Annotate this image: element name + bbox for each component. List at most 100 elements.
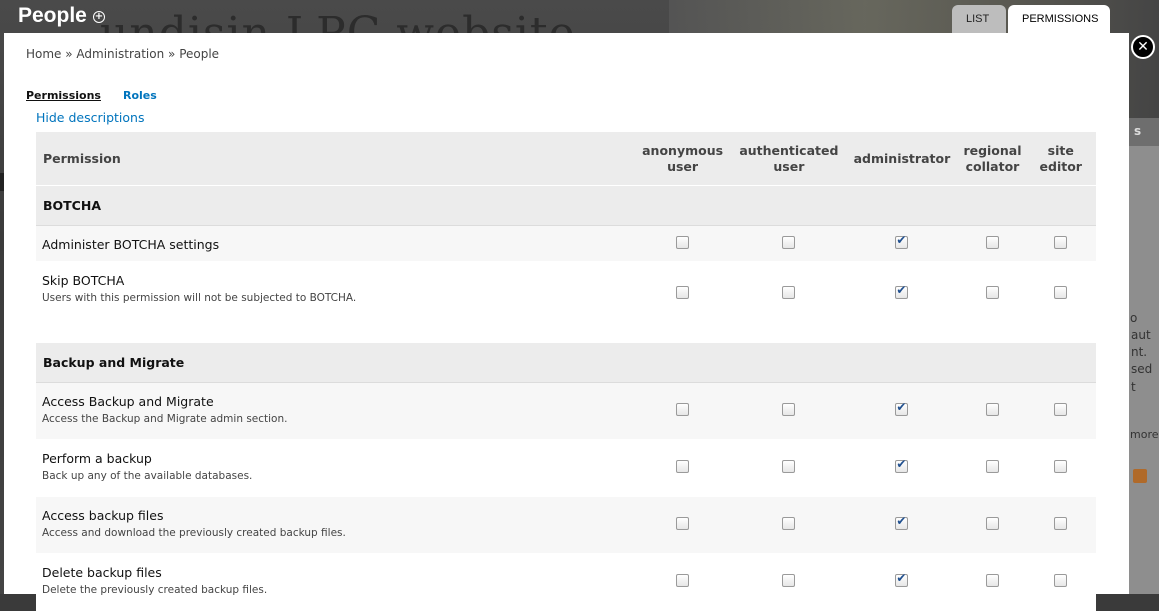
checkbox-site-editor[interactable]: [1054, 517, 1068, 530]
permission-cell: Access backup files Access and download t…: [36, 496, 632, 554]
permission-row: Access Backup and Migrate Access the Back…: [36, 382, 1096, 440]
checkbox-cell: [631, 225, 734, 262]
checkbox-cell: [1025, 439, 1096, 497]
checkbox-site-editor[interactable]: [1054, 574, 1068, 587]
checkbox-cell: [844, 439, 960, 497]
table-header-row: Permission anonymous user authenticated …: [36, 132, 1096, 186]
checkbox-cell: [1025, 261, 1096, 326]
checkbox-cell: [1025, 553, 1096, 611]
background-text: more: [1130, 428, 1159, 441]
checkbox-cell: [844, 382, 960, 440]
checkbox-cell: [959, 225, 1026, 262]
checkbox-cell: [733, 553, 845, 611]
checkbox-administrator[interactable]: [895, 233, 909, 249]
checkbox-administrator[interactable]: [895, 571, 909, 587]
checkbox-cell: [631, 496, 734, 554]
subtab-permissions[interactable]: Permissions: [26, 89, 101, 102]
permissions-body: BOTCHA Administer BOTCHA settings Skip BOT…: [36, 185, 1096, 611]
tab-list[interactable]: LIST: [952, 5, 1006, 33]
checkbox-regional-collator[interactable]: [985, 285, 999, 299]
checkbox-cell: [631, 261, 734, 326]
checkbox-regional-collator[interactable]: [985, 574, 999, 587]
checkbox-cell: [1025, 225, 1096, 262]
permission-title: Administer BOTCHA settings: [42, 237, 220, 252]
permission-cell: Delete backup files Delete the previously…: [36, 553, 632, 611]
checkbox-site-editor[interactable]: [1054, 403, 1068, 416]
checkbox-cell: [844, 553, 960, 611]
checkbox-administrator[interactable]: [895, 283, 909, 299]
module-row: Backup and Migrate: [36, 342, 1096, 383]
checkbox-regional-collator[interactable]: [985, 460, 999, 473]
permission-row: Delete backup files Delete the previously…: [36, 553, 1096, 611]
subtab-roles[interactable]: Roles: [123, 89, 157, 102]
checkbox-regional-collator[interactable]: [985, 235, 999, 249]
permission-row: Access backup files Access and download t…: [36, 496, 1096, 554]
overlay-panel: Home » Administration » People Permissio…: [4, 33, 1129, 611]
checkbox-anonymous-user[interactable]: [676, 517, 690, 530]
checkbox-authenticated-user[interactable]: [782, 285, 796, 299]
breadcrumb: Home » Administration » People: [26, 47, 220, 61]
permission-cell: Perform a backup Back up any of the avail…: [36, 439, 632, 497]
spacer-cell: [36, 325, 1096, 343]
permissions-table: Permission anonymous user authenticated …: [36, 132, 1096, 611]
close-overlay-button[interactable]: ✕: [1131, 35, 1155, 59]
column-header-site-editor: site editor: [1025, 132, 1096, 186]
checkbox-administrator[interactable]: [895, 514, 909, 530]
checkbox-site-editor[interactable]: [1054, 235, 1068, 249]
checkbox-authenticated-user[interactable]: [782, 517, 796, 530]
tab-permissions[interactable]: PERMISSIONS: [1008, 5, 1110, 33]
permission-cell: Skip BOTCHA Users with this permission wi…: [36, 261, 632, 326]
checkbox-cell: [733, 261, 845, 326]
permission-description: Delete the previously created backup fil…: [42, 584, 268, 596]
overlay-tabs: LIST PERMISSIONS: [952, 5, 1110, 33]
background-text: s: [1134, 124, 1142, 138]
column-header-regional-collator: regional collator: [959, 132, 1026, 186]
permission-title: Access backup files: [42, 508, 164, 523]
permission-description: Access the Backup and Migrate admin sect…: [42, 413, 288, 425]
background-text: aut: [1131, 328, 1151, 342]
background-text: nt.: [1131, 345, 1148, 359]
checkbox-cell: [959, 439, 1026, 497]
checkbox-cell: [733, 382, 845, 440]
checkbox-cell: [733, 225, 845, 262]
checkbox-cell: [1025, 382, 1096, 440]
checkbox-cell: [733, 496, 845, 554]
checkbox-regional-collator[interactable]: [985, 403, 999, 416]
checkbox-administrator[interactable]: [895, 457, 909, 473]
permission-cell: Access Backup and Migrate Access the Back…: [36, 382, 632, 440]
background-text: o: [1130, 311, 1138, 325]
background-text: t: [1131, 380, 1136, 394]
overlay-title: People: [18, 4, 87, 27]
checkbox-cell: [1025, 496, 1096, 554]
checkbox-authenticated-user[interactable]: [782, 235, 796, 249]
add-shortcut-icon[interactable]: +: [93, 11, 105, 23]
checkbox-anonymous-user[interactable]: [676, 235, 690, 249]
checkbox-authenticated-user[interactable]: [782, 574, 796, 587]
permission-row: Administer BOTCHA settings: [36, 225, 1096, 262]
checkbox-anonymous-user[interactable]: [676, 460, 690, 473]
checkbox-authenticated-user[interactable]: [782, 460, 796, 473]
checkbox-cell: [631, 553, 734, 611]
checkbox-cell: [959, 261, 1026, 326]
checkbox-site-editor[interactable]: [1054, 460, 1068, 473]
checkbox-administrator[interactable]: [895, 400, 909, 416]
checkbox-cell: [959, 496, 1026, 554]
permission-description: Back up any of the available databases.: [42, 470, 253, 482]
checkbox-cell: [733, 439, 845, 497]
checkbox-authenticated-user[interactable]: [782, 403, 796, 416]
group-spacer: [36, 325, 1096, 343]
checkbox-cell: [631, 382, 734, 440]
checkbox-cell: [959, 382, 1026, 440]
checkbox-anonymous-user[interactable]: [676, 285, 690, 299]
checkbox-anonymous-user[interactable]: [676, 574, 690, 587]
hide-descriptions-link[interactable]: Hide descriptions: [36, 110, 144, 125]
column-header-authenticated-user: authenticated user: [733, 132, 845, 186]
checkbox-site-editor[interactable]: [1054, 285, 1068, 299]
checkbox-regional-collator[interactable]: [985, 517, 999, 530]
module-row: BOTCHA: [36, 185, 1096, 226]
checkbox-cell: [631, 439, 734, 497]
column-header-anonymous-user: anonymous user: [631, 132, 734, 186]
checkbox-anonymous-user[interactable]: [676, 403, 690, 416]
permission-row: Perform a backup Back up any of the avail…: [36, 439, 1096, 497]
permission-title: Skip BOTCHA: [42, 273, 125, 288]
